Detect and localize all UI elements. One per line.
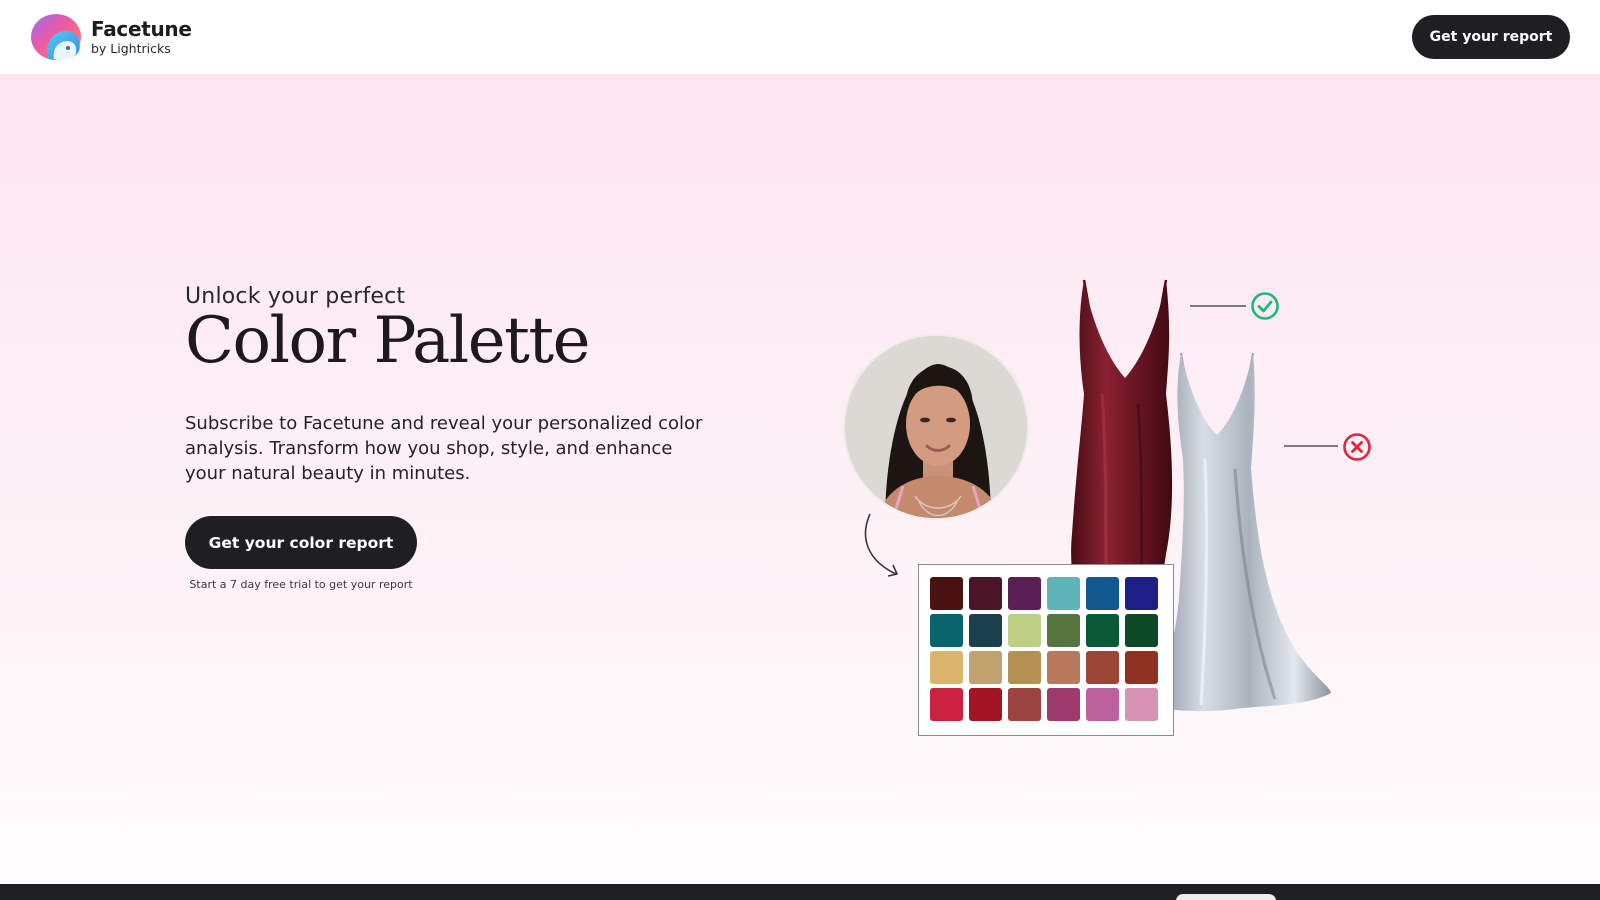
brand-link[interactable]: Facetune by Lightricks xyxy=(30,13,192,62)
color-swatch xyxy=(1125,614,1158,647)
color-swatch xyxy=(1047,688,1080,721)
trial-note: Start a 7 day free trial to get your rep… xyxy=(189,578,413,591)
approve-connector-line xyxy=(1190,305,1246,307)
portrait-image xyxy=(845,336,1027,518)
color-swatch xyxy=(1008,651,1041,684)
color-swatch xyxy=(1125,577,1158,610)
color-swatch xyxy=(1008,577,1041,610)
color-swatch xyxy=(930,688,963,721)
color-swatch xyxy=(1047,651,1080,684)
reject-connector-line xyxy=(1284,445,1338,447)
color-swatch xyxy=(969,614,1002,647)
check-circle-icon xyxy=(1251,292,1279,320)
get-report-button[interactable]: Get your report xyxy=(1412,15,1570,59)
color-swatch xyxy=(930,614,963,647)
color-swatch xyxy=(930,651,963,684)
color-swatch xyxy=(969,688,1002,721)
brand-name: Facetune xyxy=(91,16,192,41)
hero-description: Subscribe to Facetune and reveal your pe… xyxy=(185,413,703,484)
color-swatch xyxy=(1008,614,1041,647)
color-swatch xyxy=(1086,651,1119,684)
color-swatch xyxy=(1125,688,1158,721)
color-swatch xyxy=(930,577,963,610)
hero-section: Unlock your perfect Color Palette Subscr… xyxy=(0,74,1600,884)
get-color-report-button[interactable]: Get your color report xyxy=(185,516,417,569)
color-swatch xyxy=(1047,577,1080,610)
brand-byline: by Lightricks xyxy=(91,40,171,56)
bottom-banner-button[interactable] xyxy=(1176,894,1276,900)
color-palette-card xyxy=(918,564,1174,736)
hero-copy: Unlock your perfect Color Palette Subscr… xyxy=(185,284,745,591)
bottom-banner xyxy=(0,884,1600,900)
color-swatch xyxy=(1047,614,1080,647)
silver-dress-image xyxy=(1149,352,1331,712)
color-swatch xyxy=(1125,651,1158,684)
color-swatch xyxy=(1086,577,1119,610)
x-circle-icon xyxy=(1343,433,1371,461)
hero-illustration xyxy=(820,274,1380,744)
color-swatch xyxy=(969,651,1002,684)
hero-headline: Color Palette xyxy=(185,304,590,378)
color-swatch xyxy=(1086,688,1119,721)
curved-arrow-icon xyxy=(864,513,898,577)
color-swatch xyxy=(1008,688,1041,721)
color-swatch xyxy=(1086,614,1119,647)
site-header: Facetune by Lightricks Get your report xyxy=(0,0,1600,74)
facetune-logo-icon xyxy=(31,13,81,60)
model-portrait xyxy=(843,334,1029,520)
color-swatch xyxy=(969,577,1002,610)
